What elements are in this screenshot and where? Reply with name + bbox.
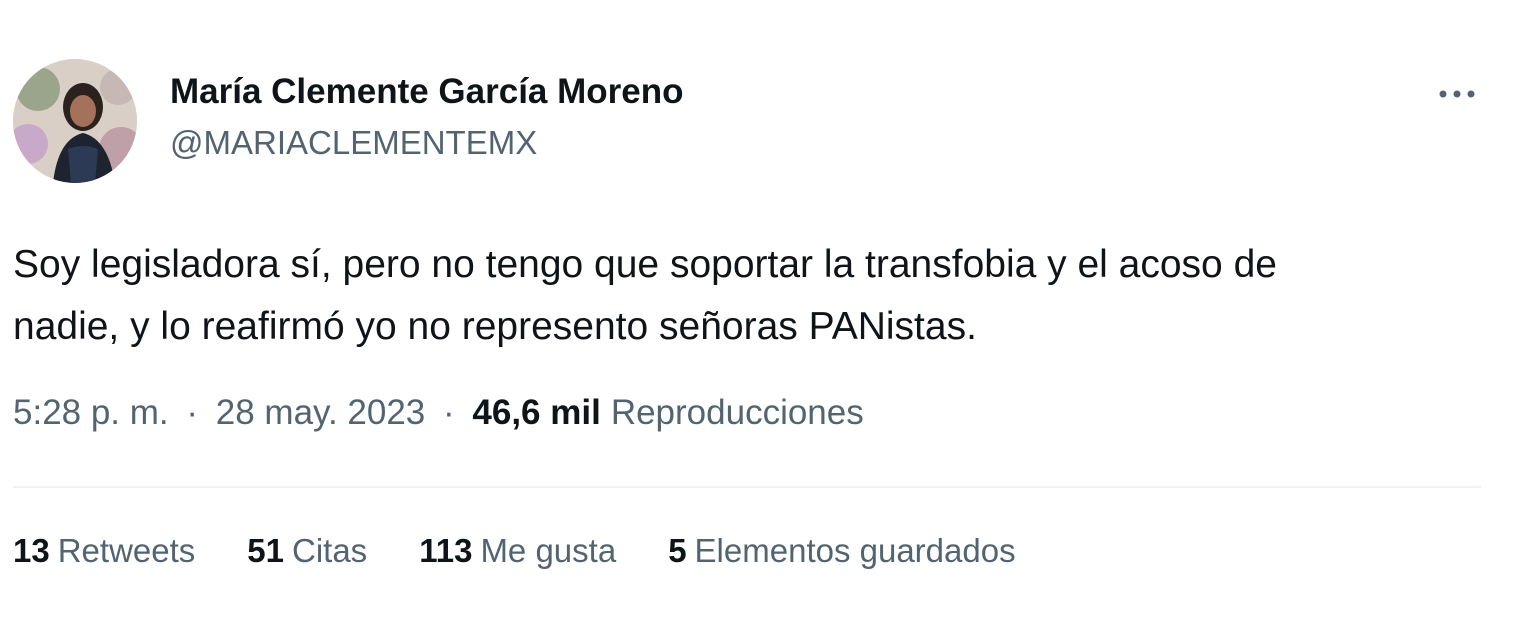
- tweet-text: Soy legisladora sí, pero no tengo que so…: [13, 234, 1503, 358]
- tweet-time[interactable]: 5:28 p. m.: [13, 393, 169, 432]
- tweet-stats: 13 Retweets 51 Citas 113 Me gusta 5 Elemento…: [13, 532, 1068, 570]
- author-handle[interactable]: @MARIACLEMENTEMX: [170, 124, 537, 162]
- divider: [13, 486, 1481, 488]
- tweet-text-line: nadie, y lo reafirmó yo no represento se…: [13, 305, 977, 348]
- stat-count: 5: [668, 532, 687, 569]
- avatar-image: [13, 59, 137, 183]
- more-horizontal-icon: [1439, 90, 1475, 98]
- stat-label: Me gusta: [480, 532, 617, 569]
- more-options-button[interactable]: [1432, 72, 1482, 116]
- tweet-text-line: Soy legisladora sí, pero no tengo que so…: [13, 243, 1277, 286]
- stat-label: Elementos guardados: [694, 532, 1016, 569]
- meta-separator: ·: [186, 393, 199, 432]
- tweet-card: María Clemente García Moreno @MARIACLEME…: [0, 0, 1520, 620]
- author-name[interactable]: María Clemente García Moreno: [170, 72, 684, 112]
- views-label: Reproducciones: [610, 393, 864, 432]
- avatar[interactable]: [13, 59, 137, 183]
- stat-label: Citas: [292, 532, 368, 569]
- stat-count: 51: [247, 532, 284, 569]
- tweet-meta: 5:28 p. m. · 28 may. 2023 · 46,6 mil Repr…: [13, 393, 864, 433]
- stat-bookmarks[interactable]: 5 Elementos guardados: [668, 532, 1015, 570]
- stat-count: 113: [419, 532, 473, 569]
- stat-label: Retweets: [57, 532, 196, 569]
- stat-likes[interactable]: 113 Me gusta: [419, 532, 616, 570]
- stat-count: 13: [13, 532, 50, 569]
- tweet-date[interactable]: 28 may. 2023: [216, 393, 426, 432]
- stat-retweets[interactable]: 13 Retweets: [13, 532, 195, 570]
- views-count: 46,6 mil: [472, 393, 601, 432]
- meta-separator: ·: [443, 393, 455, 432]
- stat-quotes[interactable]: 51 Citas: [247, 532, 367, 570]
